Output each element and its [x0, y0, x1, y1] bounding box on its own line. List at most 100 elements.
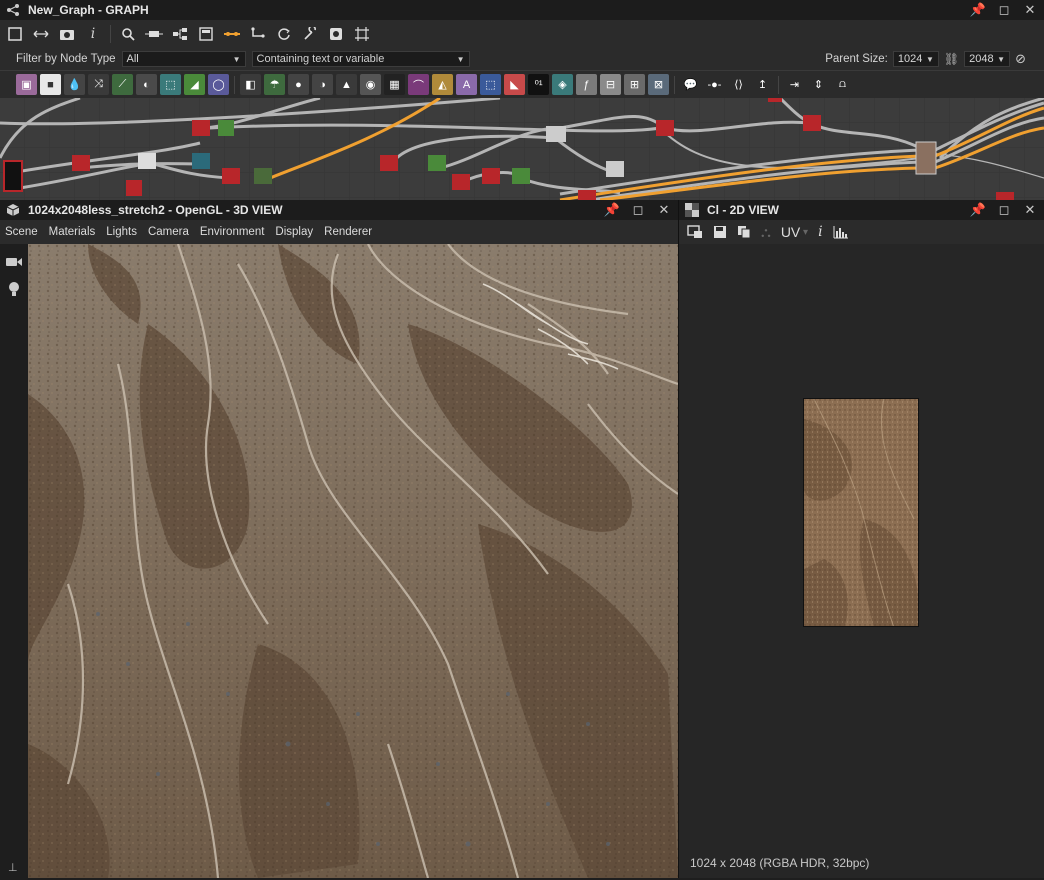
refresh-icon[interactable] [273, 23, 295, 45]
graph-panel: New_Graph - GRAPH 📌 ◻ ✕ i Filter by Node… [0, 0, 1044, 200]
checker-icon [685, 203, 699, 217]
shuffle-icon[interactable]: ⤨ [88, 74, 109, 95]
camera-icon[interactable] [56, 23, 78, 45]
dot-node-icon[interactable]: -●- [704, 74, 725, 95]
frame-all-icon[interactable] [4, 23, 26, 45]
maximize-icon[interactable]: ◻ [630, 202, 646, 218]
uv-select[interactable]: UV ▾ [781, 224, 808, 240]
anchor-icon[interactable]: ⩍ [832, 74, 853, 95]
comment-icon[interactable]: 💬 [680, 74, 701, 95]
filter-text-input[interactable]: Containing text or variable ▼ [251, 51, 470, 67]
search-icon[interactable] [117, 23, 139, 45]
connection-style-icon[interactable] [221, 23, 243, 45]
publish-icon[interactable] [325, 23, 347, 45]
node-type-select[interactable]: All ▼ [121, 51, 246, 67]
text-icon[interactable]: A [456, 74, 477, 95]
menu-display[interactable]: Display [275, 226, 313, 238]
menu-environment[interactable]: Environment [200, 226, 265, 238]
close-icon[interactable]: ✕ [656, 202, 672, 218]
graph-output-icon[interactable]: ⊠ [648, 74, 669, 95]
chevron-down-icon: ▼ [925, 54, 934, 64]
spline-icon[interactable]: ⌒ [408, 74, 429, 95]
graph-title: New_Graph - GRAPH [28, 3, 149, 17]
switch-icon[interactable]: ⊟ [600, 74, 621, 95]
copy-icon[interactable] [737, 225, 751, 239]
align-horizontal-icon[interactable]: ⇥ [784, 74, 805, 95]
view3d-sidebar: ⊥ [0, 244, 28, 878]
levels-drop-icon[interactable]: 💧 [64, 74, 85, 95]
pin-icon[interactable]: 📌 [604, 202, 620, 218]
distance-icon[interactable]: ◈ [552, 74, 573, 95]
triangle-icon[interactable]: ◭ [432, 74, 453, 95]
pin-icon[interactable]: 📌 [970, 2, 986, 18]
snap-grid-icon[interactable] [351, 23, 373, 45]
menu-lights[interactable]: Lights [106, 226, 137, 238]
view-options-icon[interactable] [687, 225, 703, 239]
graph-wires [0, 98, 1044, 200]
graph-input-icon[interactable]: ⊞ [624, 74, 645, 95]
color-wheel-icon[interactable]: ◉ [360, 74, 381, 95]
image-info: 1024 x 2048 (RGBA HDR, 32bpc) [690, 856, 870, 870]
align-nodes-icon[interactable] [143, 23, 165, 45]
parent-size-group: Parent Size: 1024 ▼ ⛓ 2048 ▼ ⊘ [825, 51, 1026, 67]
view2d-title: Cl - 2D VIEW [707, 203, 780, 217]
light-bulb-icon[interactable] [7, 281, 21, 300]
link-ratio-icon[interactable]: ⛓ [944, 52, 959, 66]
pin-node-icon[interactable]: ⟨⟩ [728, 74, 749, 95]
share-icon[interactable]: ⛬ [761, 224, 771, 241]
menu-renderer[interactable]: Renderer [324, 226, 372, 238]
graph-icon [6, 3, 20, 17]
value-icon[interactable]: ⁰¹ [528, 74, 549, 95]
save-icon[interactable] [713, 225, 727, 239]
maximize-icon[interactable]: ◻ [996, 2, 1012, 18]
pin-icon[interactable]: ↥ [752, 74, 773, 95]
view3d-title-bar: 1024x2048less_stretch2 - OpenGL - 3D VIE… [0, 200, 678, 220]
view2d-toolbar: ⛬ UV ▾ i [679, 220, 1044, 244]
info-icon[interactable]: i [818, 224, 822, 240]
fill-icon[interactable]: ◣ [504, 74, 525, 95]
maximize-icon[interactable]: ◻ [996, 202, 1012, 218]
close-icon[interactable]: ✕ [1022, 2, 1038, 18]
texture-preview[interactable] [803, 398, 919, 627]
blend-icon[interactable]: ◧ [240, 74, 261, 95]
output-icon[interactable]: ◑ [312, 74, 333, 95]
close-icon[interactable]: ✕ [1022, 202, 1038, 218]
video-camera-icon[interactable] [6, 256, 22, 271]
hsl-icon[interactable]: ◐ [136, 74, 157, 95]
transform-icon[interactable]: ⬚ [160, 74, 181, 95]
pin-icon[interactable]: 📌 [970, 202, 986, 218]
hierarchy-icon[interactable] [169, 23, 191, 45]
menu-materials[interactable]: Materials [49, 226, 96, 238]
noise-icon[interactable]: ▦ [384, 74, 405, 95]
axis-icon[interactable]: ⊥ [8, 861, 18, 874]
tools-icon[interactable] [299, 23, 321, 45]
frame-node-icon[interactable] [195, 23, 217, 45]
parent-width-select[interactable]: 1024 ▼ [892, 51, 939, 67]
frame-selected-icon[interactable] [30, 23, 52, 45]
menu-scene[interactable]: Scene [5, 226, 38, 238]
view-panels: 1024x2048less_stretch2 - OpenGL - 3D VIE… [0, 200, 1044, 878]
normal-icon[interactable]: ☂ [264, 74, 285, 95]
function-icon[interactable]: ƒ [576, 74, 597, 95]
fx-map-icon[interactable]: ● [288, 74, 309, 95]
menu-camera[interactable]: Camera [148, 226, 189, 238]
warp-icon[interactable]: ◯ [208, 74, 229, 95]
uniform-color-icon[interactable]: ■ [40, 74, 61, 95]
filter-label: Filter by Node Type [16, 53, 116, 65]
curve-icon[interactable]: ⟋ [112, 74, 133, 95]
align-vertical-icon[interactable]: ⇕ [808, 74, 829, 95]
histogram-icon[interactable]: ▲ [336, 74, 357, 95]
graph-title-bar: New_Graph - GRAPH 📌 ◻ ✕ [0, 0, 1044, 20]
gradient-map-icon[interactable]: ◢ [184, 74, 205, 95]
cube-icon [6, 203, 20, 217]
info-icon[interactable]: i [82, 23, 104, 45]
link-style-icon[interactable] [247, 23, 269, 45]
bitmap-node-icon[interactable]: ▣ [16, 74, 37, 95]
reset-size-icon[interactable]: ⊘ [1015, 51, 1026, 67]
selection-icon[interactable]: ⬚ [480, 74, 501, 95]
histogram-icon[interactable] [833, 225, 849, 239]
3d-viewport[interactable] [28, 244, 678, 878]
parent-height-select[interactable]: 2048 ▼ [964, 51, 1011, 67]
parent-height-value: 2048 [969, 53, 994, 65]
node-graph-canvas[interactable] [0, 98, 1044, 200]
